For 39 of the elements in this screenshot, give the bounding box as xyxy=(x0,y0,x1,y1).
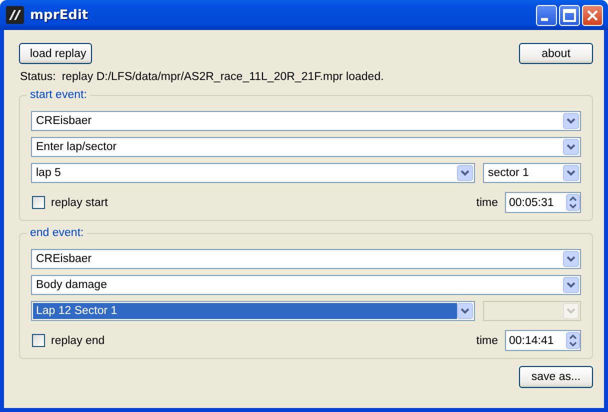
minimize-button[interactable] xyxy=(536,4,557,26)
dropdown-field[interactable]: sector 1 xyxy=(483,163,581,183)
dropdown-field[interactable]: CREisbaer xyxy=(31,249,581,269)
dropdown-field[interactable]: CREisbaer xyxy=(31,111,581,131)
dropdown-value: CREisbaer xyxy=(35,252,93,267)
time-field[interactable]: 00:05:31 xyxy=(505,192,581,213)
close-button[interactable] xyxy=(582,4,603,26)
status-label: Status: xyxy=(20,71,56,83)
dropdown-field[interactable]: Body damage xyxy=(31,275,581,295)
checkbox-label: replay end xyxy=(51,334,105,346)
app-icon xyxy=(6,6,24,24)
about-button[interactable]: about xyxy=(519,43,593,64)
time-label: time xyxy=(476,334,498,346)
dropdown-field[interactable]: Lap 12 Sector 1 xyxy=(31,301,475,321)
checkbox-label: replay start xyxy=(51,196,108,208)
spinner-arrows-icon[interactable] xyxy=(566,332,580,349)
dropdown-field[interactable]: Enter lap/sector xyxy=(31,137,581,157)
dropdown-value: Body damage xyxy=(35,278,108,293)
maximize-icon xyxy=(563,8,576,22)
group-title: end event: xyxy=(29,227,85,239)
dropdown-value: Lap 12 Sector 1 xyxy=(33,303,457,319)
checkbox[interactable] xyxy=(32,334,45,347)
minimize-icon xyxy=(541,18,548,20)
time-field[interactable]: 00:14:41 xyxy=(505,330,581,351)
dropdown-value: Enter lap/sector xyxy=(35,140,118,155)
maximize-button[interactable] xyxy=(559,4,580,26)
window-title: mprEdit xyxy=(30,8,90,22)
save-as-button[interactable]: save as... xyxy=(519,366,593,388)
spinner-arrows-icon[interactable] xyxy=(566,194,580,211)
dropdown-value: CREisbaer xyxy=(35,114,93,129)
load-replay-button[interactable]: load replay xyxy=(19,43,92,64)
dropdown-value: sector 1 xyxy=(487,166,530,181)
time-label: time xyxy=(476,196,498,208)
status-text: replay D:/LFS/data/mpr/AS2R_race_11L_20R_21F.mpr loaded. xyxy=(62,71,384,83)
group-title: start event: xyxy=(29,89,88,101)
dropdown-field[interactable]: lap 5 xyxy=(31,163,475,183)
close-icon xyxy=(587,10,598,20)
checkbox[interactable] xyxy=(32,196,45,209)
dropdown-value: lap 5 xyxy=(35,166,62,181)
